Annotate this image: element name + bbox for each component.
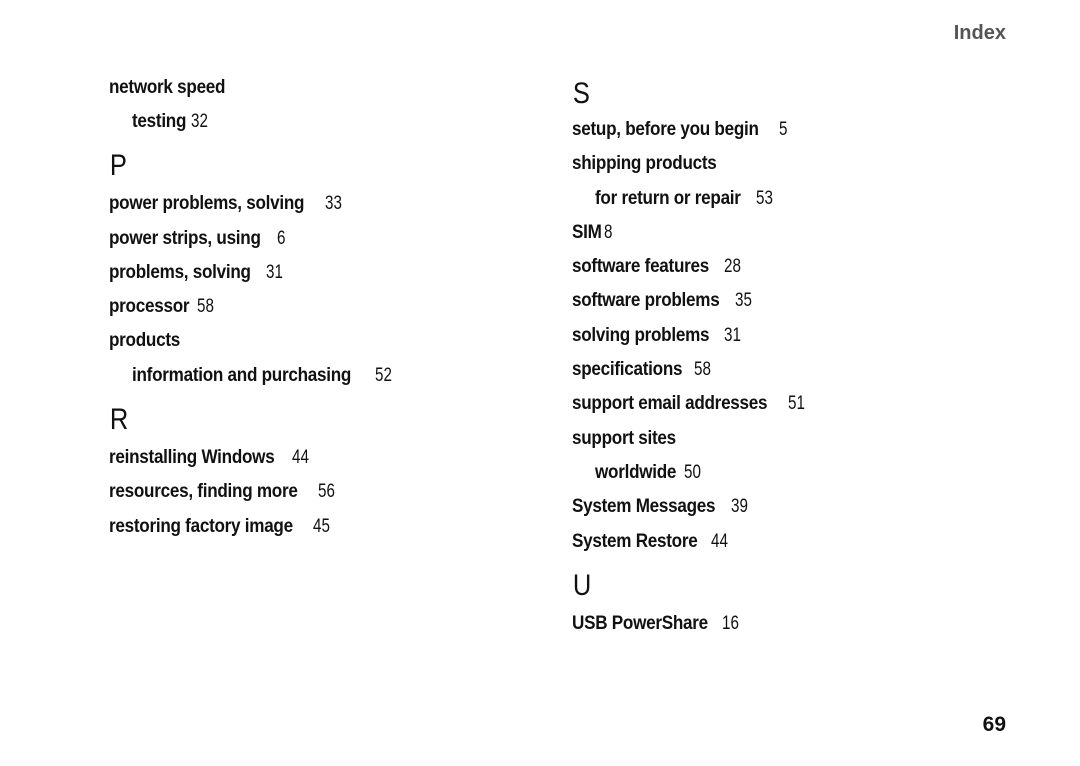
index-term: resources, finding more bbox=[109, 481, 298, 503]
index-term: power problems, solving bbox=[109, 193, 305, 215]
index-page-ref: 44 bbox=[710, 530, 728, 552]
index-entry: support sites bbox=[572, 422, 992, 456]
index-entry: solving problems 31 bbox=[572, 319, 992, 353]
index-page-ref: 53 bbox=[756, 187, 774, 209]
index-term: support sites bbox=[572, 427, 676, 449]
index-page-ref: 58 bbox=[693, 359, 711, 381]
index-entry: restoring factory image 45 bbox=[109, 510, 529, 544]
index-subentry: for return or repair 53 bbox=[572, 182, 992, 216]
index-term: SIM bbox=[572, 221, 602, 243]
index-entry: software features 28 bbox=[572, 250, 992, 284]
index-page-ref: 35 bbox=[735, 290, 753, 312]
index-page-ref: 6 bbox=[276, 227, 286, 249]
index-entry: problems, solving 31 bbox=[109, 256, 529, 290]
index-page-ref: 52 bbox=[374, 364, 392, 386]
index-term: specifications bbox=[572, 359, 683, 381]
index-page-ref: 39 bbox=[730, 496, 748, 518]
index-term: processor bbox=[109, 296, 190, 318]
index-term: for return or repair bbox=[595, 187, 741, 209]
index-page-ref: 5 bbox=[778, 119, 788, 140]
index-entry: reinstalling Windows 44 bbox=[109, 441, 529, 475]
index-page-ref: 31 bbox=[723, 324, 741, 346]
index-subentry: testing 32 bbox=[109, 105, 529, 139]
index-page-ref: 16 bbox=[722, 612, 740, 634]
index-letter-heading: P bbox=[109, 149, 127, 183]
index-term: shipping products bbox=[572, 153, 717, 175]
index-entry: SIM 8 bbox=[572, 216, 992, 250]
index-entry: shipping products bbox=[572, 147, 992, 181]
index-entry: power problems, solving 33 bbox=[109, 187, 529, 221]
index-term: restoring factory image bbox=[109, 515, 293, 537]
index-term: information and purchasing bbox=[132, 364, 352, 386]
index-subentry: information and purchasing 52 bbox=[109, 359, 529, 393]
index-entry: support email addresses 51 bbox=[572, 387, 992, 421]
index-page-ref: 45 bbox=[312, 515, 330, 537]
index-entry: network speed bbox=[109, 73, 529, 105]
index-entry: USB PowerShare 16 bbox=[572, 607, 992, 641]
index-entry: System Restore 44 bbox=[572, 525, 992, 559]
index-page-ref: 58 bbox=[197, 296, 215, 318]
index-column-left: network speed testing 32 P power problem… bbox=[109, 73, 529, 544]
index-term: solving problems bbox=[572, 324, 710, 346]
index-column-right: S setup, before you begin 5 shipping pro… bbox=[572, 73, 992, 641]
index-page-ref: 32 bbox=[191, 111, 209, 132]
index-subentry: worldwide 50 bbox=[572, 456, 992, 490]
index-term: software features bbox=[572, 256, 710, 278]
index-page-ref: 44 bbox=[292, 447, 310, 469]
index-page-ref: 28 bbox=[723, 256, 741, 278]
index-page-ref: 8 bbox=[604, 221, 613, 243]
index-letter-heading: R bbox=[109, 403, 129, 437]
page-number: 69 bbox=[982, 713, 1006, 736]
index-entry: products bbox=[109, 324, 529, 358]
index-entry: software problems 35 bbox=[572, 284, 992, 318]
index-term: System Messages bbox=[572, 496, 716, 518]
index-term: reinstalling Windows bbox=[109, 447, 275, 469]
index-term: power strips, using bbox=[109, 227, 261, 249]
index-entry: setup, before you begin 5 bbox=[572, 113, 992, 147]
index-page-ref: 56 bbox=[317, 481, 335, 503]
index-term: worldwide bbox=[595, 461, 677, 483]
section-header-title: Index bbox=[953, 22, 1006, 44]
index-term: testing bbox=[132, 111, 187, 132]
index-term: network speed bbox=[109, 77, 226, 98]
index-term: support email addresses bbox=[572, 393, 768, 415]
index-entry: power strips, using 6 bbox=[109, 222, 529, 256]
index-term: problems, solving bbox=[109, 261, 251, 283]
index-entry: resources, finding more 56 bbox=[109, 475, 529, 509]
index-page-ref: 31 bbox=[265, 261, 283, 283]
index-page-ref: 33 bbox=[325, 193, 343, 215]
index-entry: specifications 58 bbox=[572, 353, 992, 387]
index-page-ref: 50 bbox=[684, 461, 702, 483]
index-term: USB PowerShare bbox=[572, 612, 708, 634]
index-term: System Restore bbox=[572, 530, 698, 552]
index-letter-heading: S bbox=[572, 77, 590, 110]
index-term: products bbox=[109, 330, 181, 352]
index-page-ref: 51 bbox=[788, 393, 806, 415]
index-entry: processor 58 bbox=[109, 290, 529, 324]
index-term: software problems bbox=[572, 290, 720, 312]
index-entry: System Messages 39 bbox=[572, 490, 992, 524]
index-term: setup, before you begin bbox=[572, 119, 759, 140]
index-letter-heading: U bbox=[572, 568, 592, 602]
